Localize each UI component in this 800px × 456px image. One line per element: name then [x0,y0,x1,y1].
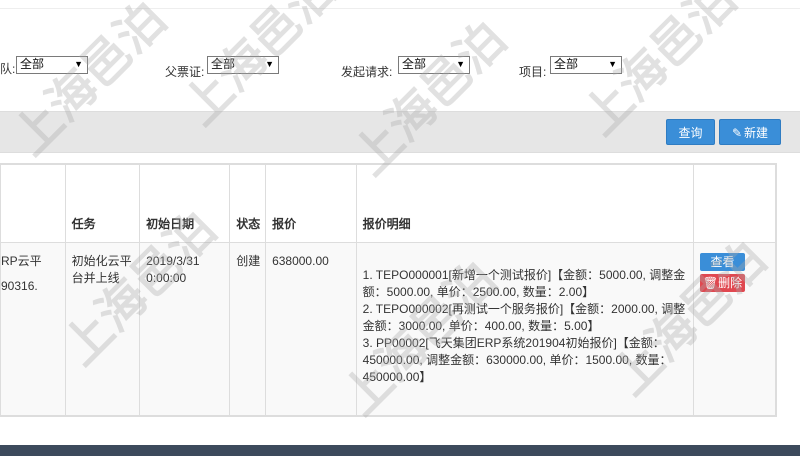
column-header-price: 报价 [265,164,357,243]
filter-select-request[interactable]: 全部 ▼ [398,56,470,74]
filter-label-parent-ticket: 父票证: [165,65,205,79]
cell-price: 638000.00 [265,242,357,416]
chevron-down-icon: ▼ [608,59,617,69]
watermark: 上海邑泊 [341,10,518,187]
view-button[interactable]: 查看 [700,253,745,271]
filter-label-request: 发起请求: [341,65,393,79]
table-row: RP云平 90316. 初始化云平台并上线 2019/3/31 0:00:00 … [0,242,776,416]
cell-status: 创建 [229,242,267,416]
cell-actions: 查看 🗑删除 [693,242,776,416]
chevron-down-icon: ▼ [74,59,83,69]
cell-details: 1. TEPO000001[新增一个测试报价]【金额：5000.00, 调整金额… [355,242,695,416]
column-header-status: 状态 [229,164,267,243]
filter-select-team[interactable]: 全部 ▼ [16,56,88,74]
detail-list: 1. TEPO000001[新增一个测试报价]【金额：5000.00, 调整金额… [363,267,687,386]
chevron-down-icon: ▼ [265,59,274,69]
filter-label-project: 项目: [519,65,547,79]
filter-select-project[interactable]: 全部 ▼ [550,56,622,74]
top-strip [0,0,800,9]
table-header-row: 任务 初始日期 状态 报价 报价明细 [0,164,776,243]
toolbar: 查询 ✎ 新建 [0,111,800,153]
detail-item: 2. TEPO000002[再测试一个服务报价]【金额：2000.00, 调整金… [362,302,686,333]
trash-icon: 🗑 [702,276,719,290]
chevron-down-icon: ▼ [456,59,465,69]
pencil-icon: ✎ [731,126,743,140]
footer-bar [0,445,800,456]
detail-item: 3. PP00002[飞天集团ERP系统201904初始报价]【金额：45000… [362,336,672,384]
column-header-task: 任务 [64,164,141,243]
filter-select-parent-ticket[interactable]: 全部 ▼ [207,56,279,74]
column-header-actions [693,164,776,243]
search-button[interactable]: 查询 [666,119,715,145]
cell-task: 初始化云平台并上线 [64,242,141,416]
delete-button[interactable]: 🗑删除 [700,274,745,292]
column-header [0,164,66,243]
column-header-details: 报价明细 [355,164,695,243]
cell-name: RP云平 90316. [0,242,66,416]
detail-item: 1. TEPO000001[新增一个测试报价]【金额：5000.00, 调整金额… [362,268,686,299]
quote-table: 任务 初始日期 状态 报价 报价明细 RP云平 90316. 初始化云平台并上线… [0,163,777,417]
new-button[interactable]: ✎ 新建 [719,119,781,145]
cell-date: 2019/3/31 0:00:00 [139,242,231,416]
filter-label-team: 队: [0,62,16,76]
filter-bar: 队: 全部 ▼ 父票证: 全部 ▼ 发起请求: 全部 ▼ 项目: 全部 ▼ [0,52,800,82]
column-header-date: 初始日期 [139,164,231,243]
